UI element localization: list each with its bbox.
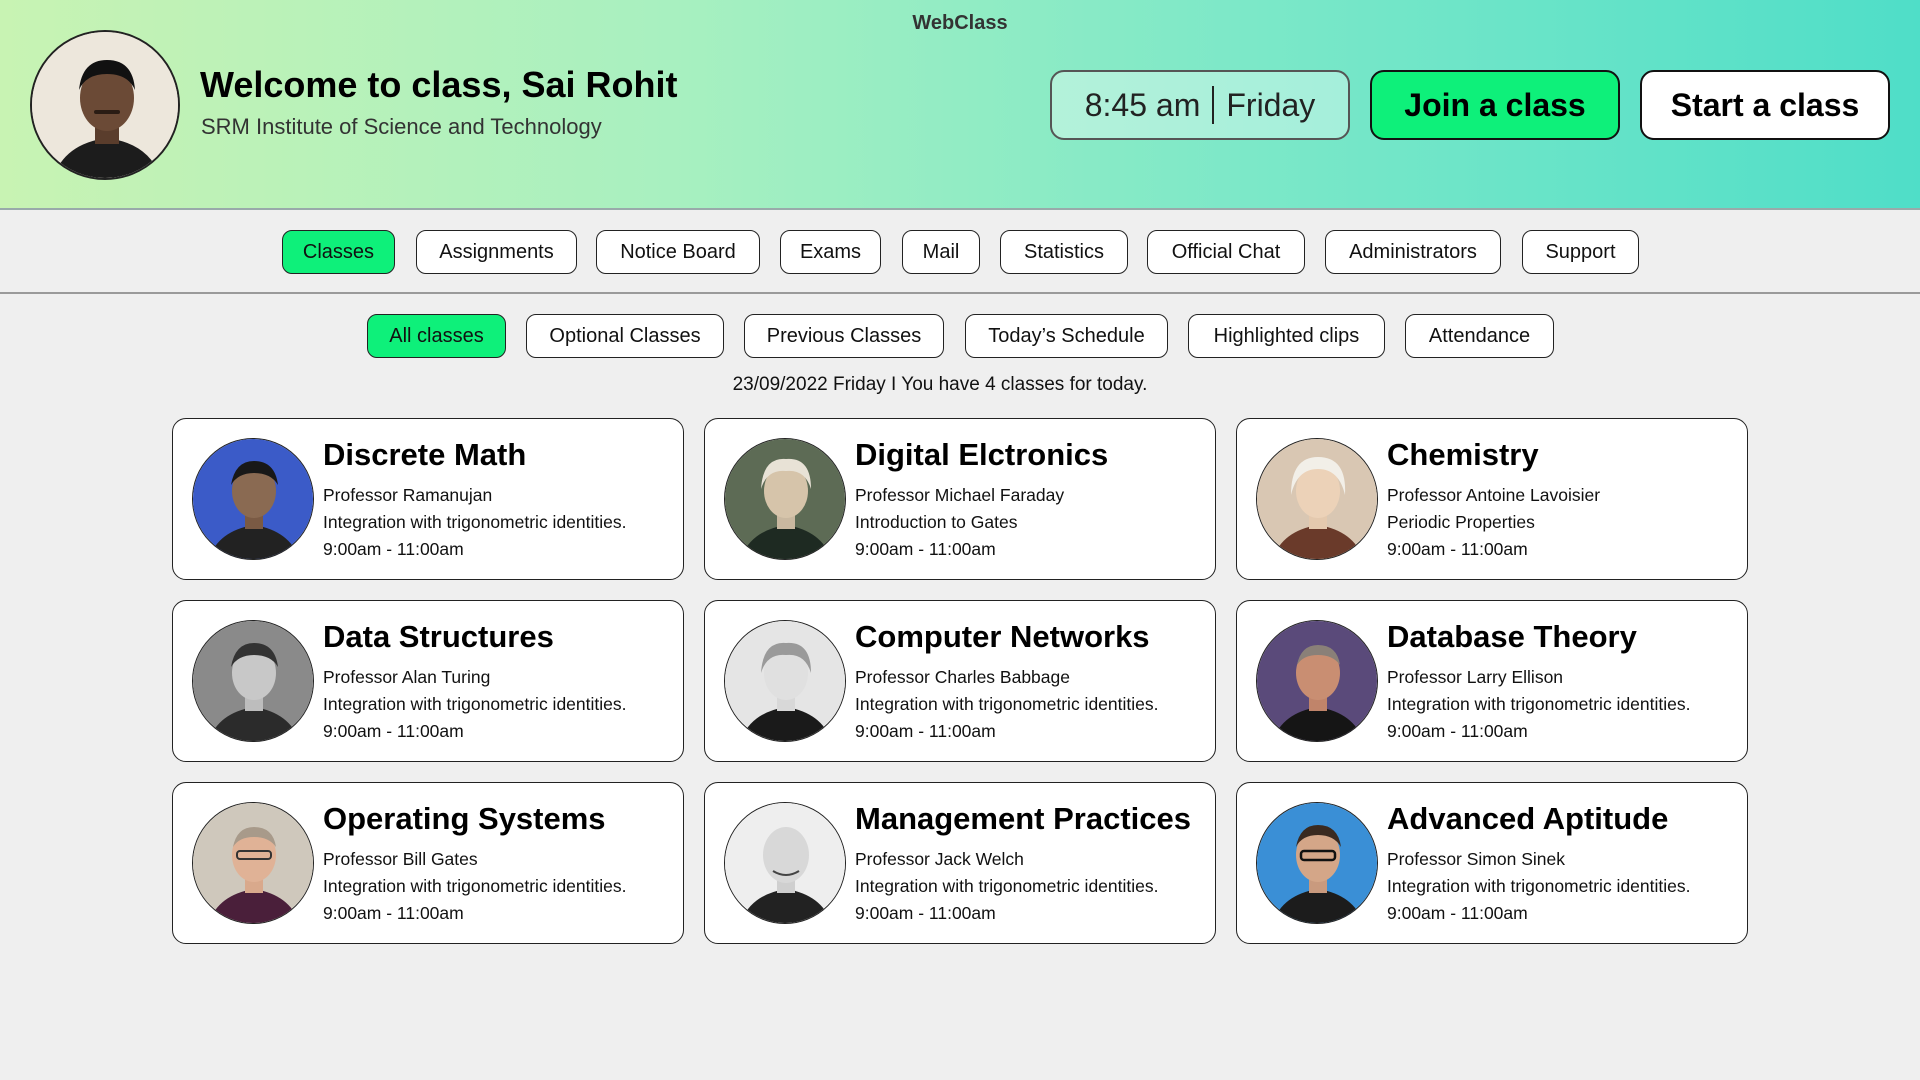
class-time: 9:00am - 11:00am — [855, 903, 996, 923]
class-topic: Integration with trigonometric identitie… — [323, 694, 627, 714]
professor-portrait-icon — [193, 439, 313, 559]
class-time: 9:00am - 11:00am — [323, 721, 464, 741]
class-subject: Computer Networks — [855, 619, 1150, 654]
class-time: 9:00am - 11:00am — [855, 539, 996, 559]
professor-portrait-icon — [1257, 803, 1377, 923]
class-topic: Integration with trigonometric identitie… — [323, 512, 627, 532]
professor-photo — [724, 438, 846, 560]
subnav-previous-classes[interactable]: Previous Classes — [744, 314, 944, 358]
class-time: 9:00am - 11:00am — [323, 903, 464, 923]
subnav-attendance[interactable]: Attendance — [1405, 314, 1554, 358]
professor-portrait-icon — [193, 621, 313, 741]
nav-mail[interactable]: Mail — [902, 230, 980, 274]
class-card[interactable]: Digital Elctronics Professor Michael Far… — [704, 418, 1216, 580]
professor-portrait-icon — [725, 803, 845, 923]
app-title: WebClass — [912, 12, 1008, 34]
class-professor: Professor Larry Ellison — [1387, 667, 1564, 687]
clock-display: 8:45 am Friday — [1050, 70, 1350, 140]
professor-photo — [724, 802, 846, 924]
professor-portrait-icon — [1257, 621, 1377, 741]
nav-administrators[interactable]: Administrators — [1325, 230, 1501, 274]
class-subject: Advanced Aptitude — [1387, 801, 1669, 836]
nav-statistics[interactable]: Statistics — [1000, 230, 1128, 274]
class-topic: Integration with trigonometric identitie… — [1387, 876, 1691, 896]
class-subject: Digital Elctronics — [855, 437, 1109, 472]
schedule-summary: 23/09/2022 Friday I You have 4 classes f… — [732, 374, 1148, 395]
class-professor: Professor Simon Sinek — [1387, 849, 1565, 869]
class-topic: Periodic Properties — [1387, 512, 1535, 532]
class-professor: Professor Antoine Lavoisier — [1387, 485, 1601, 505]
class-professor: Professor Jack Welch — [855, 849, 1024, 869]
professor-photo — [192, 438, 314, 560]
class-topic: Integration with trigonometric identitie… — [855, 694, 1159, 714]
professor-photo — [1256, 802, 1378, 924]
institute-name: SRM Institute of Science and Technology — [201, 114, 602, 139]
class-time: 9:00am - 11:00am — [855, 721, 996, 741]
class-topic: Integration with trigonometric identitie… — [1387, 694, 1691, 714]
clock-time: 8:45 am — [1084, 86, 1201, 123]
user-avatar[interactable] — [30, 30, 180, 180]
class-time: 9:00am - 11:00am — [323, 539, 464, 559]
class-professor: Professor Alan Turing — [323, 667, 491, 687]
class-professor: Professor Charles Babbage — [855, 667, 1070, 687]
professor-photo — [724, 620, 846, 742]
professor-photo — [1256, 620, 1378, 742]
class-subject: Database Theory — [1387, 619, 1637, 654]
professor-photo — [192, 620, 314, 742]
subnav-highlighted-clips[interactable]: Highlighted clips — [1188, 314, 1385, 358]
class-professor: Professor Ramanujan — [323, 485, 493, 505]
class-subject: Management Practices — [855, 801, 1191, 836]
nav-classes[interactable]: Classes — [282, 230, 395, 274]
clock-separator — [1212, 86, 1215, 124]
class-card[interactable]: Operating Systems Professor Bill Gates I… — [172, 782, 684, 944]
header: WebClass Welcome to class, Sai Rohit SRM… — [0, 0, 1920, 210]
welcome-heading: Welcome to class, Sai Rohit — [200, 64, 678, 105]
class-subject: Chemistry — [1387, 437, 1539, 472]
nav-notice-board[interactable]: Notice Board — [596, 230, 760, 274]
class-topic: Integration with trigonometric identitie… — [855, 876, 1159, 896]
nav-official-chat[interactable]: Official Chat — [1147, 230, 1305, 274]
professor-portrait-icon — [193, 803, 313, 923]
subnav-all-classes[interactable]: All classes — [367, 314, 506, 358]
main-nav: Classes Assignments Notice Board Exams M… — [0, 212, 1920, 294]
class-professor: Professor Bill Gates — [323, 849, 478, 869]
class-professor: Professor Michael Faraday — [855, 485, 1065, 505]
avatar-portrait-icon — [32, 32, 178, 178]
class-card[interactable]: Database Theory Professor Larry Ellison … — [1236, 600, 1748, 762]
class-subject: Operating Systems — [323, 801, 606, 836]
class-card[interactable]: Management Practices Professor Jack Welc… — [704, 782, 1216, 944]
class-subject: Discrete Math — [323, 437, 527, 472]
nav-assignments[interactable]: Assignments — [416, 230, 577, 274]
class-topic: Integration with trigonometric identitie… — [323, 876, 627, 896]
nav-exams[interactable]: Exams — [780, 230, 881, 274]
nav-support[interactable]: Support — [1522, 230, 1639, 274]
professor-portrait-icon — [725, 439, 845, 559]
class-time: 9:00am - 11:00am — [1387, 539, 1528, 559]
professor-portrait-icon — [725, 621, 845, 741]
class-time: 9:00am - 11:00am — [1387, 903, 1528, 923]
subnav-optional-classes[interactable]: Optional Classes — [526, 314, 724, 358]
class-card[interactable]: Discrete Math Professor Ramanujan Integr… — [172, 418, 684, 580]
professor-photo — [192, 802, 314, 924]
class-subject: Data Structures — [323, 619, 554, 654]
class-topic: Introduction to Gates — [855, 512, 1018, 532]
join-class-button[interactable]: Join a class — [1370, 70, 1620, 140]
professor-portrait-icon — [1257, 439, 1377, 559]
class-card[interactable]: Computer Networks Professor Charles Babb… — [704, 600, 1216, 762]
class-card[interactable]: Data Structures Professor Alan Turing In… — [172, 600, 684, 762]
class-card[interactable]: Chemistry Professor Antoine Lavoisier Pe… — [1236, 418, 1748, 580]
class-card[interactable]: Advanced Aptitude Professor Simon Sinek … — [1236, 782, 1748, 944]
clock-day: Friday — [1226, 86, 1316, 123]
professor-photo — [1256, 438, 1378, 560]
class-time: 9:00am - 11:00am — [1387, 721, 1528, 741]
subnav-todays-schedule[interactable]: Today’s Schedule — [965, 314, 1168, 358]
start-class-button[interactable]: Start a class — [1640, 70, 1890, 140]
